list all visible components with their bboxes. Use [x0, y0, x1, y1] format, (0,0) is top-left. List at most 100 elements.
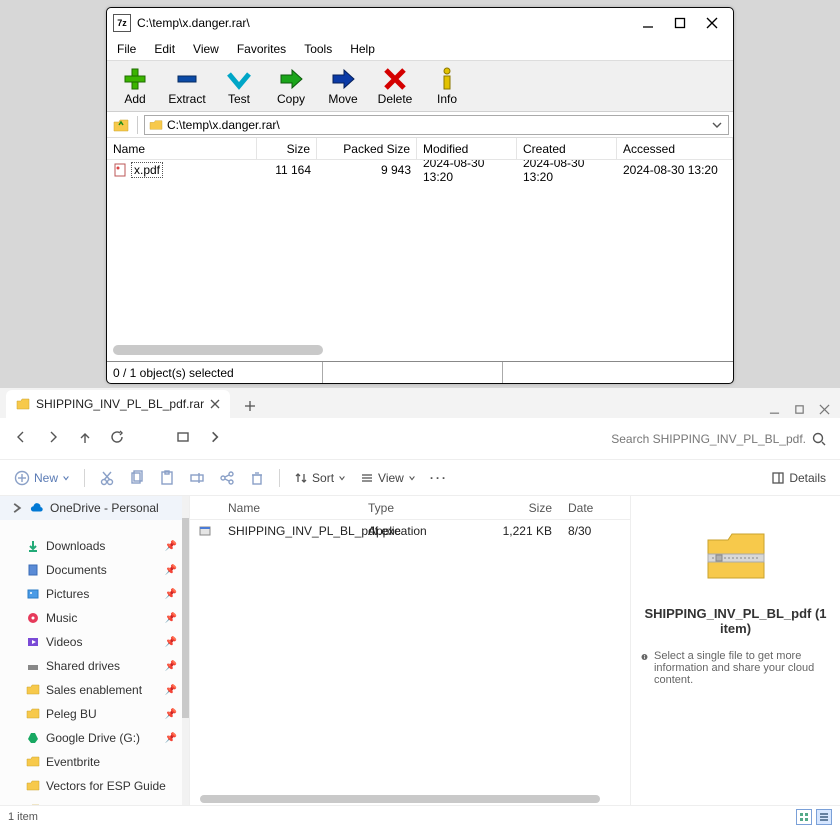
delete-button[interactable]: Delete: [375, 66, 415, 106]
breadcrumb-chevron[interactable]: [208, 430, 222, 447]
chevron-down-icon[interactable]: [710, 119, 724, 131]
h-scrollbar[interactable]: [200, 795, 600, 803]
col-modified[interactable]: Modified: [417, 138, 517, 159]
menu-help[interactable]: Help: [350, 42, 375, 56]
menu-file[interactable]: File: [117, 42, 136, 56]
maximize-button[interactable]: [794, 404, 805, 418]
exe-file-icon: [198, 524, 212, 538]
pathbar: C:\temp\x.danger.rar\: [107, 112, 733, 138]
navbar: Search SHIPPING_INV_PL_BL_pdf.: [0, 418, 840, 460]
sidebar-shared-drives[interactable]: Shared drives📌: [0, 654, 189, 678]
thumbnail-view-button[interactable]: [796, 809, 812, 825]
statusbar: 0 / 1 object(s) selected: [107, 361, 733, 383]
up-button[interactable]: [111, 115, 131, 135]
copy-button[interactable]: Copy: [271, 66, 311, 106]
sidebar-documents[interactable]: Documents📌: [0, 558, 189, 582]
close-button[interactable]: [705, 16, 719, 30]
info-icon: [434, 66, 460, 92]
col-created[interactable]: Created: [517, 138, 617, 159]
menu-tools[interactable]: Tools: [304, 42, 332, 56]
path-input[interactable]: C:\temp\x.danger.rar\: [144, 115, 729, 135]
file-row[interactable]: x.pdf 11 164 9 943 2024-08-30 13:20 2024…: [107, 160, 733, 180]
status-text: 0 / 1 object(s) selected: [107, 362, 323, 383]
h-scrollbar[interactable]: [113, 345, 323, 355]
details-view-button[interactable]: [816, 809, 832, 825]
minimize-button[interactable]: [769, 404, 780, 418]
search-box[interactable]: Search SHIPPING_INV_PL_BL_pdf.: [611, 432, 826, 446]
paste-icon[interactable]: [159, 470, 175, 486]
command-bar: New Sort View ··· Details: [0, 460, 840, 496]
close-button[interactable]: [819, 404, 830, 418]
maximize-button[interactable]: [673, 16, 687, 30]
move-button[interactable]: Move: [323, 66, 363, 106]
test-button[interactable]: Test: [219, 66, 259, 106]
breadcrumb-root[interactable]: [176, 430, 190, 447]
sidebar-peleg[interactable]: Peleg BU📌: [0, 702, 189, 726]
col-packed[interactable]: Packed Size: [317, 138, 417, 159]
new-button[interactable]: New: [14, 470, 70, 486]
col-type[interactable]: Type: [360, 501, 470, 515]
menu-view[interactable]: View: [193, 42, 219, 56]
menu-edit[interactable]: Edit: [154, 42, 175, 56]
col-size[interactable]: Size: [257, 138, 317, 159]
col-accessed[interactable]: Accessed: [617, 138, 733, 159]
explorer-window: SHIPPING_INV_PL_BL_pdf.rar Search SHIPPI…: [0, 388, 840, 827]
explorer-body: OneDrive - Personal Downloads📌 Documents…: [0, 496, 840, 805]
new-tab-button[interactable]: [238, 394, 262, 418]
tab[interactable]: SHIPPING_INV_PL_BL_pdf.rar: [6, 390, 230, 418]
delete-icon[interactable]: [249, 470, 265, 486]
sidebar-music[interactable]: Music📌: [0, 606, 189, 630]
file-list[interactable]: Name Type Size Date SHIPPING_INV_PL_BL_p…: [190, 496, 630, 805]
forward-button[interactable]: [46, 430, 60, 447]
info-button[interactable]: Info: [427, 66, 467, 106]
col-date[interactable]: Date: [560, 501, 600, 515]
col-name[interactable]: Name: [107, 138, 257, 159]
search-icon: [812, 432, 826, 446]
rename-icon[interactable]: [189, 470, 205, 486]
add-button[interactable]: Add: [115, 66, 155, 106]
sidebar-downloads[interactable]: Downloads📌: [0, 534, 189, 558]
sidebar-gdrive[interactable]: Google Drive (G:)📌: [0, 726, 189, 750]
zip-folder-icon: [16, 397, 30, 411]
col-name[interactable]: Name: [220, 501, 360, 515]
extract-button[interactable]: Extract: [167, 66, 207, 106]
tabbar: SHIPPING_INV_PL_BL_pdf.rar: [0, 388, 840, 418]
sidebar-videos[interactable]: Videos📌: [0, 630, 189, 654]
sidebar: OneDrive - Personal Downloads📌 Documents…: [0, 496, 190, 805]
chevron-right-icon: [10, 501, 24, 515]
folder-icon: [149, 119, 163, 131]
close-tab-icon[interactable]: [210, 399, 220, 409]
file-list-header: Name Size Packed Size Modified Created A…: [107, 138, 733, 160]
share-icon[interactable]: [219, 470, 235, 486]
pin-icon: 📌: [165, 541, 177, 552]
sidebar-esguide[interactable]: ES Guide: [0, 798, 189, 805]
details-button[interactable]: Details: [771, 471, 826, 485]
sidebar-vectors[interactable]: Vectors for ESP Guide: [0, 774, 189, 798]
file-list[interactable]: x.pdf 11 164 9 943 2024-08-30 13:20 2024…: [107, 160, 733, 361]
minimize-button[interactable]: [641, 16, 655, 30]
sort-button[interactable]: Sort: [294, 471, 346, 485]
back-button[interactable]: [14, 430, 28, 447]
refresh-button[interactable]: [110, 430, 124, 447]
titlebar[interactable]: 7z C:\temp\x.danger.rar\: [107, 8, 733, 38]
pdf-file-icon: [113, 163, 127, 177]
menu-favorites[interactable]: Favorites: [237, 42, 286, 56]
plus-icon: [122, 66, 148, 92]
more-button[interactable]: ···: [430, 471, 448, 485]
copy-icon[interactable]: [129, 470, 145, 486]
sevenzip-icon: 7z: [113, 14, 131, 32]
sidebar-pictures[interactable]: Pictures📌: [0, 582, 189, 606]
cut-icon[interactable]: [99, 470, 115, 486]
copy-arrow-icon: [278, 66, 304, 92]
col-size[interactable]: Size: [470, 501, 560, 515]
view-button[interactable]: View: [360, 471, 416, 485]
sidebar-onedrive[interactable]: OneDrive - Personal: [0, 496, 189, 520]
minus-icon: [174, 66, 200, 92]
side-scrollbar[interactable]: [182, 496, 189, 805]
sidebar-sales[interactable]: Sales enablement📌: [0, 678, 189, 702]
file-row[interactable]: SHIPPING_INV_PL_BL_pdf.exe Application 1…: [190, 520, 630, 542]
window-title: C:\temp\x.danger.rar\: [137, 16, 641, 30]
sidebar-eventbrite[interactable]: Eventbrite: [0, 750, 189, 774]
up-button[interactable]: [78, 430, 92, 447]
preview-title: SHIPPING_INV_PL_BL_pdf (1 item): [641, 606, 830, 636]
